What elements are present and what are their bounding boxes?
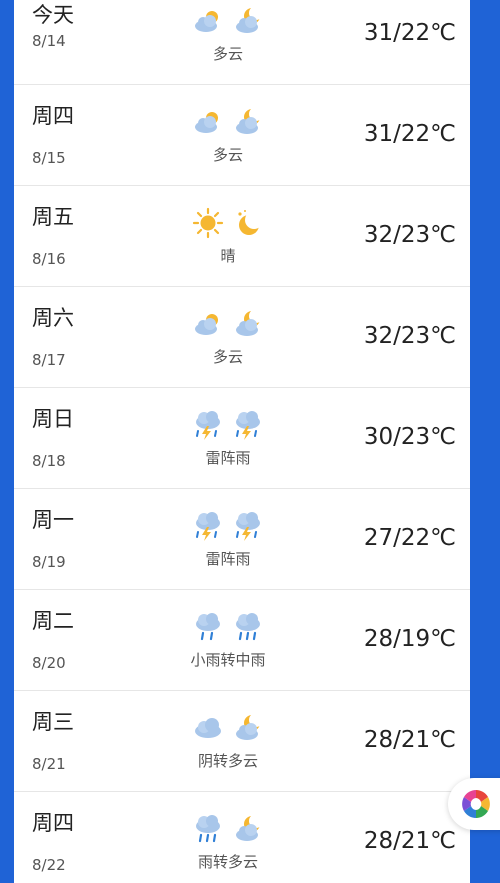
- weather-icons: [192, 712, 264, 748]
- assistant-floating-button[interactable]: [448, 778, 500, 830]
- moon-icon: [238, 210, 263, 235]
- overcast-icon: [195, 718, 221, 738]
- temperature-range: 27/22℃: [363, 525, 456, 551]
- thunderstorm-icon: [236, 411, 260, 440]
- weather-description: 晴: [220, 247, 236, 265]
- weather-icons: [192, 510, 264, 546]
- temperature-range: 28/21℃: [363, 727, 456, 753]
- cloudy-icon: [195, 314, 218, 335]
- date-label: 8/15: [32, 149, 66, 167]
- weather-description: 阴转多云: [197, 752, 258, 770]
- partly-cloudy-night-icon: [236, 713, 263, 740]
- day-label: 周一: [32, 508, 74, 532]
- day-label: 周四: [32, 104, 74, 128]
- forecast-row[interactable]: 周一 8/19 雷阵雨 27/22℃: [14, 488, 470, 590]
- forecast-card: 今天 8/14 多云 31/22℃ 周四 8/15 多云 31/22℃ 周五 8…: [14, 0, 470, 883]
- weather-icons: [192, 813, 264, 849]
- weather-description: 多云: [212, 348, 243, 366]
- day-label: 周日: [32, 407, 74, 431]
- day-label: 周六: [32, 306, 74, 330]
- weather-icons: [192, 5, 264, 41]
- forecast-row[interactable]: 周五 8/16 晴 32/23℃: [14, 185, 470, 287]
- weather-icons: [192, 207, 264, 243]
- weather-icons: [192, 308, 264, 344]
- day-label: 周四: [32, 811, 74, 835]
- weather-icons: [192, 611, 264, 647]
- temperature-range: 31/22℃: [363, 121, 456, 147]
- rain-icon: [236, 613, 260, 641]
- weather-description: 雷阵雨: [205, 550, 251, 568]
- weather-description: 雷阵雨: [205, 449, 251, 467]
- date-label: 8/17: [32, 351, 66, 369]
- rain-icon: [196, 613, 220, 641]
- forecast-row[interactable]: 周四 8/22 雨转多云 28/21℃: [14, 791, 470, 883]
- rain-icon: [196, 815, 220, 843]
- forecast-row[interactable]: 周日 8/18 雷阵雨 30/23℃: [14, 387, 470, 489]
- sun-icon: [192, 207, 224, 239]
- forecast-row[interactable]: 周六 8/17 多云 32/23℃: [14, 286, 470, 388]
- temperature-range: 30/23℃: [363, 424, 456, 450]
- forecast-row[interactable]: 周二 8/20 小雨转中雨 28/19℃: [14, 589, 470, 691]
- weather-icons: [192, 409, 264, 445]
- weather-description: 多云: [212, 146, 243, 164]
- date-label: 8/14: [32, 32, 66, 50]
- thunderstorm-icon: [236, 512, 260, 541]
- date-label: 8/20: [32, 654, 66, 672]
- forecast-row[interactable]: 今天 8/14 多云 31/22℃: [14, 0, 470, 85]
- forecast-row[interactable]: 周四 8/15 多云 31/22℃: [14, 84, 470, 186]
- day-label: 今天: [32, 3, 74, 27]
- date-label: 8/18: [32, 452, 66, 470]
- day-label: 周五: [32, 205, 74, 229]
- temperature-range: 31/22℃: [363, 20, 456, 46]
- weather-description: 多云: [212, 45, 243, 63]
- thunderstorm-icon: [196, 411, 220, 440]
- weather-description: 小雨转中雨: [190, 651, 266, 669]
- temperature-range: 28/19℃: [363, 626, 456, 652]
- cloudy-icon: [195, 11, 218, 32]
- partly-cloudy-night-icon: [236, 6, 263, 33]
- temperature-range: 32/23℃: [363, 222, 456, 248]
- thunderstorm-icon: [196, 512, 220, 541]
- partly-cloudy-night-icon: [236, 107, 263, 134]
- temperature-range: 32/23℃: [363, 323, 456, 349]
- weather-icons: [192, 106, 264, 142]
- partly-cloudy-night-icon: [236, 309, 263, 336]
- day-label: 周二: [32, 609, 74, 633]
- assistant-app-icon: [462, 790, 490, 818]
- date-label: 8/16: [32, 250, 66, 268]
- weather-description: 雨转多云: [197, 853, 258, 871]
- date-label: 8/21: [32, 755, 66, 773]
- day-label: 周三: [32, 710, 74, 734]
- date-label: 8/22: [32, 856, 66, 874]
- cloudy-icon: [195, 112, 218, 133]
- date-label: 8/19: [32, 553, 66, 571]
- forecast-row[interactable]: 周三 8/21 阴转多云 28/21℃: [14, 690, 470, 792]
- partly-cloudy-night-icon: [236, 814, 263, 841]
- temperature-range: 28/21℃: [363, 828, 456, 854]
